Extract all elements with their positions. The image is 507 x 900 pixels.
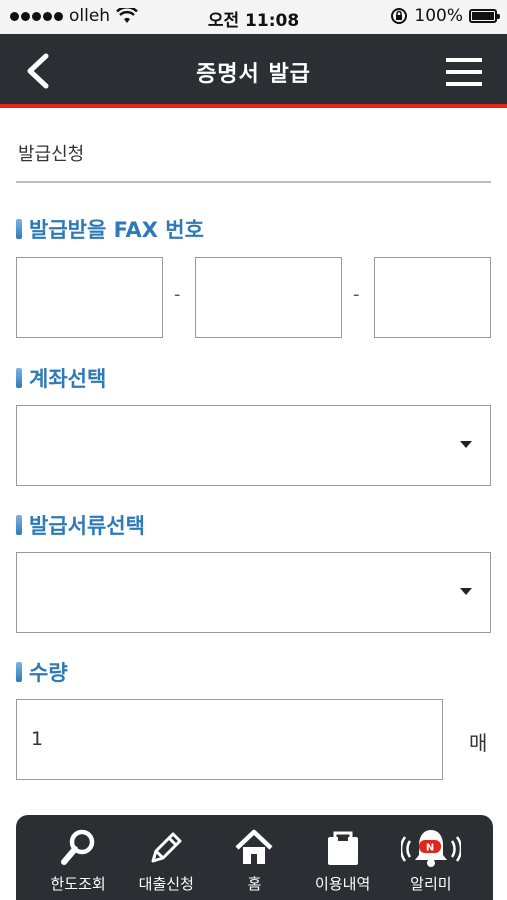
tab-home[interactable]: 홈 — [210, 815, 298, 900]
fax-number-part1-input[interactable] — [16, 257, 163, 338]
app-header: 증명서 발급 — [0, 34, 507, 108]
dropdown-caret-icon — [460, 441, 472, 448]
page-title: 증명서 발급 — [196, 62, 311, 87]
label-marker — [16, 368, 22, 388]
home-icon — [235, 829, 274, 864]
quantity-label: 수량 — [16, 657, 68, 687]
quantity-value: 1 — [31, 728, 44, 750]
tab-label: 이용내역 — [315, 875, 371, 893]
battery-icon — [469, 9, 500, 23]
search-icon — [61, 829, 95, 865]
label-marker — [16, 662, 22, 682]
battery-percent: 100% — [414, 6, 463, 26]
document-select[interactable] — [16, 552, 491, 633]
document-label-text: 발급서류선택 — [29, 514, 145, 538]
tab-label: 홈 — [247, 875, 262, 893]
account-label-text: 계좌선택 — [29, 367, 107, 391]
tab-label: 알리미 — [410, 875, 452, 893]
bag-icon — [327, 831, 358, 865]
fax-separator-2: - — [353, 284, 360, 305]
fax-label: 발급받을 FAX 번호 — [16, 214, 204, 244]
tab-usage-history[interactable]: 이용내역 — [299, 815, 387, 900]
tab-limit-inquiry[interactable]: 한도조회 — [34, 815, 122, 900]
quantity-input[interactable]: 1 — [16, 699, 443, 780]
fax-number-part2-input[interactable] — [195, 257, 342, 338]
status-bar: olleh 오전 11:08 100% — [0, 0, 507, 34]
dropdown-caret-icon — [460, 588, 472, 595]
fax-separator-1: - — [174, 284, 181, 305]
label-marker — [16, 219, 22, 239]
section-divider — [16, 181, 491, 183]
tab-label: 한도조회 — [50, 875, 106, 893]
rotation-lock-icon — [391, 8, 408, 24]
hamburger-icon — [446, 58, 482, 86]
quantity-label-text: 수량 — [29, 661, 68, 685]
fax-label-text: 발급받을 FAX 번호 — [29, 218, 204, 242]
status-right: 100% — [390, 6, 500, 26]
tab-label: 대출신청 — [138, 875, 194, 893]
section-title: 발급신청 — [18, 144, 85, 165]
label-marker — [16, 515, 22, 535]
document-label: 발급서류선택 — [16, 510, 145, 540]
quantity-unit: 매 — [469, 731, 488, 755]
tab-notifications[interactable]: N 알리미 — [387, 815, 475, 900]
bottom-tab-bar: 한도조회 대출신청 홈 이용내역 N 알리미 — [16, 815, 493, 900]
account-select[interactable] — [16, 405, 491, 486]
notification-badge-text: N — [426, 843, 434, 854]
account-label: 계좌선택 — [16, 363, 106, 393]
bell-icon: N — [400, 830, 461, 867]
tab-loan-application[interactable]: 대출신청 — [122, 815, 210, 900]
fax-number-part3-input[interactable] — [374, 257, 491, 338]
menu-button[interactable] — [439, 46, 489, 96]
pencil-icon — [151, 832, 182, 863]
